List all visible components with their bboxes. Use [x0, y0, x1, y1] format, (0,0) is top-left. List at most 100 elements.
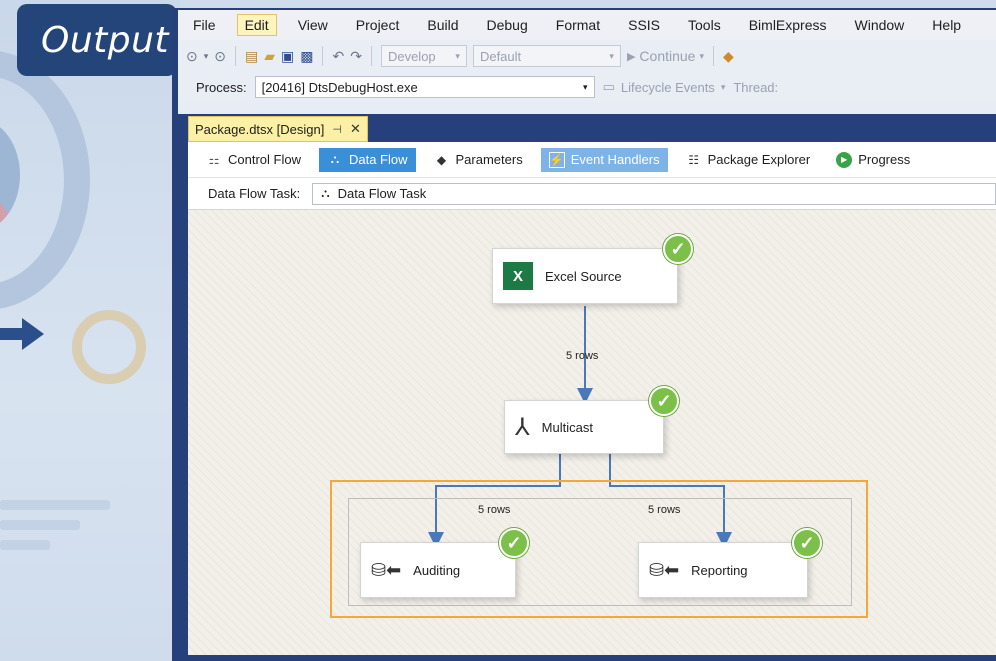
- multicast-icon: ⅄: [515, 413, 530, 441]
- background-decoration: [0, 0, 180, 661]
- destination-db-icon: ⛁⬅: [649, 559, 680, 580]
- chevron-down-icon: ▾: [455, 50, 460, 61]
- tab-control-flow-label: Control Flow: [228, 152, 301, 167]
- progress-play-icon: ▶: [836, 151, 853, 168]
- tab-package-design[interactable]: Package.dtsx [Design] ⊣ ✕: [188, 116, 368, 142]
- destination-db-icon: ⛁⬅: [371, 559, 402, 580]
- visual-studio-window: File Edit View Project Build Debug Forma…: [172, 8, 996, 661]
- component-excel-source[interactable]: X Excel Source: [492, 248, 678, 304]
- data-flow-canvas[interactable]: 5 rows 5 rows 5 rows X Excel Source ✓ ⅄ …: [188, 210, 996, 655]
- menu-project[interactable]: Project: [349, 15, 407, 35]
- tab-data-flow[interactable]: ⛬ Data Flow: [318, 147, 416, 172]
- menu-window[interactable]: Window: [848, 15, 912, 35]
- configuration-select[interactable]: Develop ▾: [380, 45, 467, 67]
- platform-select[interactable]: Default ▾: [472, 45, 621, 67]
- toolbar-separator: [322, 46, 324, 66]
- success-check-icon: ✓: [499, 528, 529, 558]
- data-flow-task-icon: ⛬: [321, 186, 330, 200]
- menu-help[interactable]: Help: [925, 15, 968, 35]
- parameters-icon: ◆: [436, 152, 447, 167]
- tab-progress-label: Progress: [858, 152, 911, 167]
- data-flow-task-label: Data Flow Task:: [208, 186, 301, 201]
- menu-build[interactable]: Build: [420, 15, 465, 35]
- document-tabstrip: Package.dtsx [Design] ⊣ ✕: [178, 114, 996, 142]
- continue-label: Continue: [639, 48, 696, 64]
- success-check-icon: ✓: [663, 234, 693, 264]
- designer-tabs: ⚏ Control Flow ⛬ Data Flow ◆ Parameters …: [188, 142, 996, 178]
- redo-icon[interactable]: ↷: [350, 45, 362, 67]
- pin-icon[interactable]: ⊣: [332, 123, 342, 136]
- menu-debug[interactable]: Debug: [480, 15, 535, 35]
- dropdown-arrow-icon[interactable]: ▾: [204, 45, 209, 67]
- lifecycle-icon: ▭: [602, 79, 615, 94]
- menu-ssis[interactable]: SSIS: [621, 15, 667, 35]
- lifecycle-events-button[interactable]: ▭ Lifecycle Events ▾: [603, 79, 726, 95]
- save-all-icon[interactable]: ▩: [300, 45, 313, 67]
- tab-data-flow-label: Data Flow: [348, 152, 408, 167]
- control-flow-icon: ⚏: [208, 152, 220, 167]
- component-reporting[interactable]: ⛁⬅ Reporting: [638, 542, 808, 598]
- component-label: Reporting: [691, 562, 748, 578]
- menu-tools[interactable]: Tools: [681, 15, 728, 35]
- save-icon[interactable]: ▣: [281, 45, 294, 67]
- data-flow-task-select[interactable]: ⛬ Data Flow Task: [312, 182, 996, 205]
- toolbar-separator: [370, 46, 372, 66]
- component-multicast[interactable]: ⅄ Multicast: [504, 400, 664, 454]
- decorative-circle: [72, 310, 146, 384]
- component-label: Auditing: [413, 562, 461, 578]
- breakpoint-icon[interactable]: ◆: [723, 45, 734, 67]
- menu-bar: File Edit View Project Build Debug Forma…: [178, 10, 996, 40]
- close-icon[interactable]: ✕: [350, 121, 361, 137]
- flow-label-rows: 5 rows: [566, 350, 599, 362]
- tab-title: Package.dtsx [Design]: [195, 121, 325, 137]
- tab-event-handlers[interactable]: ⚡ Event Handlers: [540, 147, 668, 172]
- decorative-text-line: [0, 500, 110, 510]
- menu-edit[interactable]: Edit: [236, 14, 277, 36]
- document-well: Package.dtsx [Design] ⊣ ✕ ⚏ Control Flow…: [178, 114, 996, 661]
- tab-package-explorer-label: Package Explorer: [707, 152, 811, 167]
- forward-icon[interactable]: ⊙: [214, 45, 226, 67]
- chevron-down-icon: ▾: [720, 81, 726, 92]
- event-handlers-icon: ⚡: [548, 151, 565, 168]
- tab-package-explorer[interactable]: ☷ Package Explorer: [678, 148, 819, 172]
- debug-location-toolbar: Process: [20416] DtsDebugHost.exe ▾ ▭ Li…: [178, 72, 996, 102]
- data-flow-task-value: Data Flow Task: [337, 186, 427, 201]
- play-icon: ▶: [626, 50, 636, 63]
- thread-label: Thread:: [733, 79, 779, 95]
- badge-title: Output: [41, 19, 170, 61]
- component-label: Excel Source: [545, 268, 622, 284]
- menu-view[interactable]: View: [291, 15, 335, 35]
- menu-format[interactable]: Format: [549, 15, 607, 35]
- arrow-right-icon: [0, 318, 44, 350]
- chevron-down-icon: ▾: [609, 50, 614, 61]
- excel-icon: X: [503, 262, 533, 290]
- new-project-icon[interactable]: ▤: [245, 45, 258, 67]
- toolbar-separator: [713, 46, 714, 66]
- menu-file[interactable]: File: [186, 15, 223, 35]
- tab-parameters[interactable]: ◆ Parameters: [426, 148, 531, 172]
- component-label: Multicast: [541, 419, 593, 435]
- data-flow-icon: ⛬: [330, 152, 340, 166]
- tab-event-handlers-label: Event Handlers: [570, 152, 660, 167]
- undo-icon[interactable]: ↶: [332, 45, 344, 67]
- process-select[interactable]: [20416] DtsDebugHost.exe ▾: [254, 76, 595, 98]
- open-folder-icon[interactable]: ▰: [264, 45, 275, 67]
- menu-bimlexpress[interactable]: BimlExpress: [742, 15, 834, 35]
- back-icon[interactable]: ⊙: [186, 45, 198, 67]
- chevron-down-icon: ▾: [583, 81, 588, 92]
- process-label: Process:: [196, 79, 247, 95]
- ssis-package-designer: ⚏ Control Flow ⛬ Data Flow ◆ Parameters …: [188, 142, 996, 655]
- success-check-icon: ✓: [649, 386, 679, 416]
- process-value: [20416] DtsDebugHost.exe: [261, 79, 418, 95]
- tab-control-flow[interactable]: ⚏ Control Flow: [198, 148, 309, 172]
- data-flow-task-bar: Data Flow Task: ⛬ Data Flow Task: [188, 178, 996, 210]
- success-check-icon: ✓: [792, 528, 822, 558]
- component-auditing[interactable]: ⛁⬅ Auditing: [360, 542, 516, 598]
- tab-progress[interactable]: ▶ Progress: [828, 148, 918, 172]
- lifecycle-label: Lifecycle Events: [620, 79, 715, 95]
- continue-button[interactable]: ▶ Continue ▾: [627, 45, 704, 67]
- toolbar-separator: [235, 46, 236, 66]
- decorative-text-line: [0, 540, 50, 550]
- standard-toolbar: ⊙ ▾ ⊙ ▤ ▰ ▣ ▩ ↶ ↷ Develop ▾ Default ▾ ▶ …: [178, 40, 996, 72]
- tab-parameters-label: Parameters: [455, 152, 523, 167]
